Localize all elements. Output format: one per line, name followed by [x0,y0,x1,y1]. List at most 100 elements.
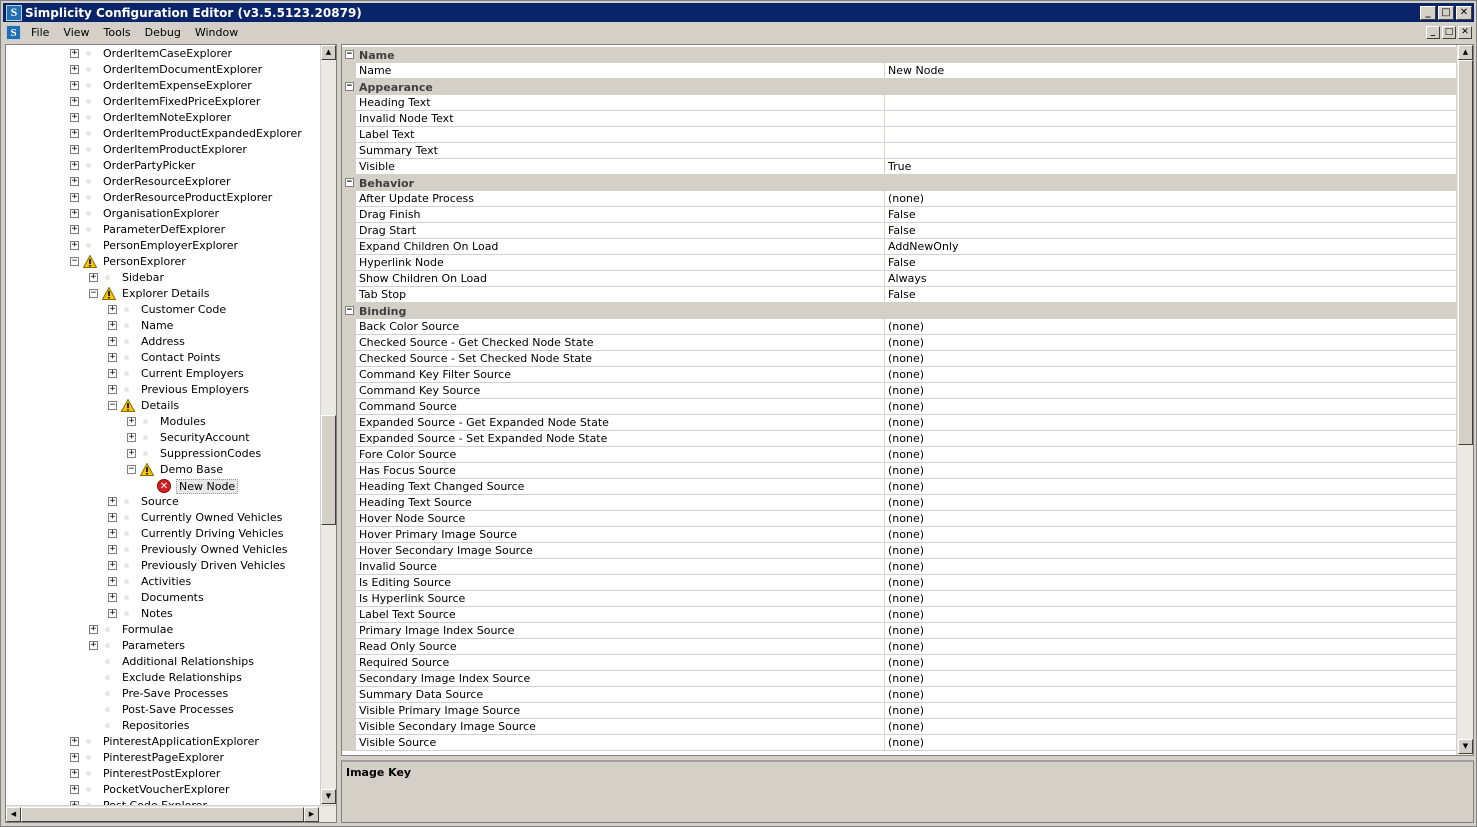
property-category[interactable]: − Behavior [342,175,1456,191]
tree-node[interactable]: + Customer Code [6,302,320,318]
expand-icon[interactable]: + [70,753,79,762]
expand-icon[interactable]: + [108,529,117,538]
menu-file[interactable]: File [24,26,56,39]
tree-node-label[interactable]: Demo Base [160,463,223,476]
tree-node-label[interactable]: Post-Save Processes [122,703,234,716]
property-name[interactable]: Tab Stop [356,287,885,303]
property-value[interactable]: (none) [885,559,1456,575]
maximize-button[interactable]: □ [1438,5,1454,20]
property-value[interactable]: True [885,159,1456,175]
grid-scroll-up-arrow-icon[interactable]: ▲ [1458,45,1473,60]
tree-node-label[interactable]: Contact Points [141,351,220,364]
property-row[interactable]: Hyperlink Node False [342,255,1456,271]
property-value[interactable]: (none) [885,607,1456,623]
property-row[interactable]: Heading Text [342,95,1456,111]
property-value[interactable]: (none) [885,703,1456,719]
property-value[interactable]: New Node [885,63,1456,79]
tree-node-label[interactable]: Notes [141,607,173,620]
tree-node-label[interactable]: Additional Relationships [122,655,254,668]
property-name[interactable]: Is Editing Source [356,575,885,591]
property-row[interactable]: Heading Text Source (none) [342,495,1456,511]
expand-icon[interactable]: + [108,321,117,330]
tree-node[interactable]: − Explorer Details [6,286,320,302]
property-row[interactable]: Visible Source (none) [342,735,1456,751]
tree-node-label[interactable]: Documents [141,591,204,604]
tree-node[interactable]: + Contact Points [6,350,320,366]
scroll-right-arrow-icon[interactable]: ▶ [304,807,319,822]
tree-node[interactable]: + Currently Owned Vehicles [6,510,320,526]
property-value[interactable]: (none) [885,527,1456,543]
property-value[interactable]: (none) [885,399,1456,415]
tree-node-label[interactable]: OrderPartyPicker [103,159,195,172]
collapse-icon[interactable]: − [127,465,136,474]
tree-vertical-scrollbar[interactable]: ▲ ▼ [320,45,336,805]
property-category[interactable]: − Appearance [342,79,1456,95]
scroll-up-arrow-icon[interactable]: ▲ [321,45,336,60]
tree-node[interactable]: + PinterestPageExplorer [6,750,320,766]
tree-node[interactable]: + Previously Owned Vehicles [6,542,320,558]
property-name[interactable]: Visible Secondary Image Source [356,719,885,735]
tree-node[interactable]: + OrderPartyPicker [6,158,320,174]
property-value[interactable]: False [885,223,1456,239]
tree-node[interactable]: + PinterestApplicationExplorer [6,734,320,750]
property-row[interactable]: Visible True [342,159,1456,175]
tree-node-label[interactable]: Formulae [122,623,173,636]
child-restore-button[interactable]: □ [1442,26,1456,39]
property-row[interactable]: Summary Text [342,143,1456,159]
property-row[interactable]: Tab Stop False [342,287,1456,303]
tree-node-label[interactable]: Previously Driven Vehicles [141,559,285,572]
property-row[interactable]: Hover Node Source (none) [342,511,1456,527]
property-name[interactable]: Expanded Source - Get Expanded Node Stat… [356,415,885,431]
property-name[interactable]: Command Source [356,399,885,415]
property-row[interactable]: Hover Primary Image Source (none) [342,527,1456,543]
property-row[interactable]: Command Key Source (none) [342,383,1456,399]
property-name[interactable]: Label Text Source [356,607,885,623]
tree-node[interactable]: + SecurityAccount [6,430,320,446]
property-row[interactable]: Invalid Node Text [342,111,1456,127]
expand-icon[interactable]: + [108,513,117,522]
tree-hscroll-thumb[interactable] [21,807,304,822]
expand-icon[interactable]: + [108,577,117,586]
tree-node-label[interactable]: Current Employers [141,367,244,380]
property-name[interactable]: Invalid Source [356,559,885,575]
tree-node[interactable]: + Name [6,318,320,334]
property-row[interactable]: Has Focus Source (none) [342,463,1456,479]
property-category[interactable]: − Name [342,47,1456,63]
tree-node-label[interactable]: PinterestApplicationExplorer [103,735,259,748]
expand-icon[interactable]: + [70,225,79,234]
tree-node-label[interactable]: Pre-Save Processes [122,687,228,700]
expand-icon[interactable]: + [89,625,98,634]
property-name[interactable]: Back Color Source [356,319,885,335]
property-row[interactable]: Fore Color Source (none) [342,447,1456,463]
tree-node[interactable]: + ParameterDefExplorer [6,222,320,238]
tree-node-label[interactable]: Address [141,335,185,348]
tree-node[interactable]: + OrderItemDocumentExplorer [6,62,320,78]
property-value[interactable]: (none) [885,575,1456,591]
property-row[interactable]: Visible Primary Image Source (none) [342,703,1456,719]
property-row[interactable]: Expanded Source - Set Expanded Node Stat… [342,431,1456,447]
property-name[interactable]: Hover Secondary Image Source [356,543,885,559]
property-row[interactable]: Visible Secondary Image Source (none) [342,719,1456,735]
scroll-left-arrow-icon[interactable]: ◀ [6,807,21,822]
tree-node-label[interactable]: OrderItemDocumentExplorer [103,63,262,76]
property-value[interactable]: (none) [885,431,1456,447]
property-value[interactable]: (none) [885,367,1456,383]
property-value[interactable] [885,127,1456,143]
property-name[interactable]: Secondary Image Index Source [356,671,885,687]
tree-node-label[interactable]: Customer Code [141,303,226,316]
collapse-icon[interactable]: − [70,257,79,266]
property-name[interactable]: Name [356,63,885,79]
property-row[interactable]: Required Source (none) [342,655,1456,671]
document-icon[interactable]: S [6,25,21,40]
tree-node[interactable]: + OrderItemProductExplorer [6,142,320,158]
tree-node[interactable]: + Formulae [6,622,320,638]
menu-view[interactable]: View [56,26,96,39]
collapse-icon[interactable]: − [108,401,117,410]
tree-node[interactable]: + Modules [6,414,320,430]
collapse-icon[interactable]: − [345,82,354,91]
tree-node-label[interactable]: OrderItemProductExpandedExplorer [103,127,302,140]
tree-node-label[interactable]: OrderItemProductExplorer [103,143,247,156]
tree-node-label[interactable]: Exclude Relationships [122,671,242,684]
menu-window[interactable]: Window [188,26,245,39]
property-value[interactable]: (none) [885,543,1456,559]
